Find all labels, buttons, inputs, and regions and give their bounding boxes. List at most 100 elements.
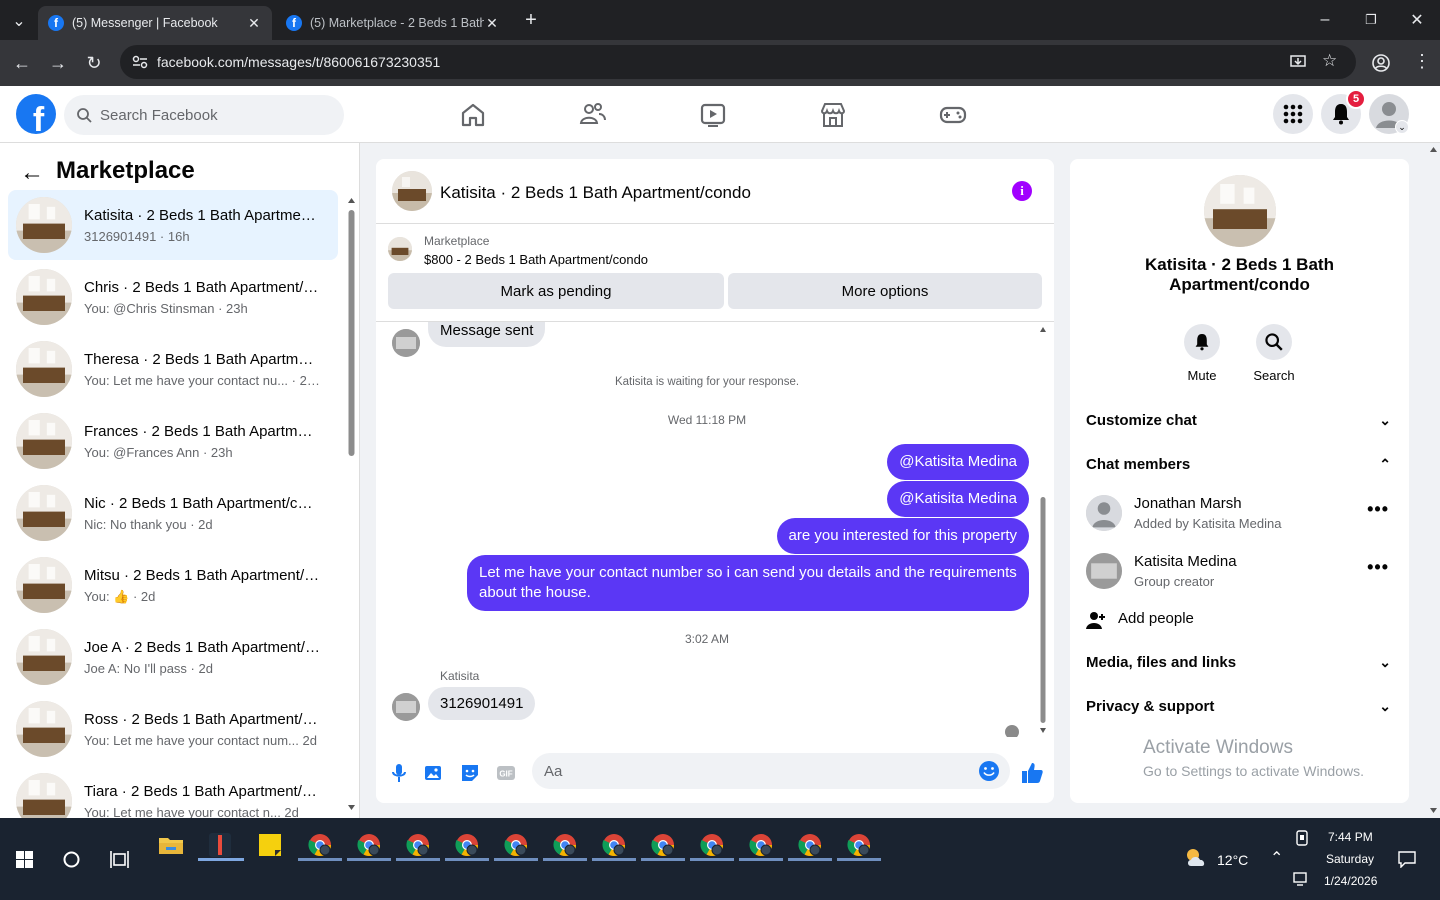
restore-icon[interactable]: ❐ (1360, 9, 1382, 31)
back-icon[interactable]: ← (11, 52, 33, 74)
message-thread-scrollbar[interactable] (1036, 322, 1050, 737)
mute-button[interactable]: Mute (1172, 324, 1232, 383)
conversation-item[interactable]: Frances · 2 Beds 1 Bath Apartment/condo Y… (8, 406, 338, 476)
facebook-search-box[interactable] (64, 95, 344, 135)
conversation-item[interactable]: Tiara · 2 Beds 1 Bath Apartment/condo You… (8, 766, 338, 818)
sticky-notes-icon[interactable] (255, 830, 285, 860)
url-omnibox[interactable]: facebook.com/messages/t/860061673230351 … (120, 45, 1356, 79)
info-icon[interactable]: i (1012, 181, 1032, 201)
chrome-icon[interactable] (550, 830, 580, 860)
chat-members-row[interactable]: Chat members ⌃ (1086, 456, 1393, 480)
chrome-icon[interactable] (844, 830, 874, 860)
profile-icon[interactable] (1372, 54, 1390, 72)
microphone-icon[interactable] (388, 762, 410, 784)
bookmark-star-icon[interactable]: ☆ (1322, 51, 1337, 71)
browser-menu-icon[interactable]: ⋮ (1413, 51, 1431, 72)
facebook-logo-icon[interactable]: f (16, 94, 56, 134)
chrome-icon[interactable] (795, 830, 825, 860)
gaming-icon[interactable] (938, 100, 968, 130)
chat-title[interactable]: Katisita · 2 Beds 1 Bath Apartment/condo (440, 183, 751, 203)
customize-chat-row[interactable]: Customize chat ⌄ (1086, 412, 1393, 436)
conversation-list-scrollbar[interactable] (347, 196, 356, 816)
search-conversation-button[interactable]: Search (1244, 324, 1304, 383)
conversation-item[interactable]: Nic · 2 Beds 1 Bath Apartment/condo Nic: … (8, 478, 338, 548)
photo-icon[interactable] (423, 762, 445, 784)
page-scrollbar[interactable] (1427, 143, 1440, 818)
customize-chat-label: Customize chat (1086, 412, 1197, 429)
tray-device-icon[interactable] (1295, 830, 1309, 846)
message-bubble-out[interactable]: @Katisita Medina (887, 481, 1029, 517)
conversation-item[interactable]: Katisita · 2 Beds 1 Bath Apartment/condo… (8, 190, 338, 260)
message-input-box[interactable] (532, 753, 1010, 789)
sticker-icon[interactable] (459, 762, 481, 784)
new-tab-icon[interactable]: + (520, 9, 542, 31)
video-icon[interactable] (698, 100, 728, 130)
privacy-support-row[interactable]: Privacy & support ⌄ (1086, 698, 1393, 722)
chrome-icon[interactable] (648, 830, 678, 860)
windows-start-icon[interactable] (16, 851, 33, 868)
chrome-icon[interactable] (452, 830, 482, 860)
reload-icon[interactable]: ↻ (83, 52, 105, 74)
tab-messenger[interactable]: f (5) Messenger | Facebook ✕ (38, 6, 272, 40)
conversation-item[interactable]: Joe A · 2 Beds 1 Bath Apartment/condo Joe… (8, 622, 338, 692)
chrome-icon[interactable] (501, 830, 531, 860)
chrome-icon[interactable] (354, 830, 384, 860)
task-view-icon[interactable] (110, 851, 129, 868)
home-icon[interactable] (458, 100, 488, 130)
chrome-icon[interactable] (305, 830, 335, 860)
message-bubble-out[interactable]: are you interested for this property (776, 518, 1029, 554)
tray-expand-icon[interactable]: ⌃ (1270, 848, 1283, 868)
search-circle-icon[interactable] (63, 851, 80, 868)
message-bubble-out[interactable]: @Katisita Medina (887, 444, 1029, 480)
member-row[interactable]: Jonathan Marsh Added by Katisita Medina … (1086, 495, 1393, 543)
app-icon[interactable] (205, 830, 235, 860)
message-bubble-out[interactable]: Let me have your contact number so i can… (467, 555, 1029, 611)
weather-temperature[interactable]: 12°C (1217, 852, 1248, 868)
network-icon[interactable] (1293, 872, 1311, 886)
clock-time[interactable]: 7:44 PM (1328, 830, 1373, 844)
chrome-icon[interactable] (746, 830, 776, 860)
file-explorer-icon[interactable] (156, 830, 186, 860)
conversation-item[interactable]: Chris · 2 Beds 1 Bath Apartment/condo You… (8, 262, 338, 332)
search-input[interactable] (100, 95, 330, 135)
menu-grid-button[interactable] (1273, 94, 1313, 134)
close-tab-icon[interactable]: ✕ (246, 15, 262, 32)
message-input[interactable] (544, 753, 964, 789)
media-files-row[interactable]: Media, files and links ⌄ (1086, 654, 1393, 678)
gif-icon[interactable]: GIF (495, 762, 517, 784)
account-button[interactable]: ⌄ (1369, 94, 1409, 134)
chrome-icon[interactable] (599, 830, 629, 860)
emoji-icon[interactable] (978, 760, 1000, 782)
member-row[interactable]: Katisita Medina Group creator ••• (1086, 553, 1393, 601)
chrome-icon[interactable] (697, 830, 727, 860)
forward-icon[interactable]: → (47, 52, 69, 74)
conversation-item[interactable]: Ross · 2 Beds 1 Bath Apartment/condo You:… (8, 694, 338, 764)
thumbs-up-icon[interactable] (1020, 761, 1044, 785)
chrome-icon[interactable] (403, 830, 433, 860)
listing-thumbnail[interactable] (388, 237, 412, 261)
install-app-icon[interactable] (1290, 54, 1306, 70)
mark-as-pending-button[interactable]: Mark as pending (388, 273, 724, 309)
more-options-button[interactable]: More options (728, 273, 1042, 309)
close-window-icon[interactable]: ✕ (1406, 9, 1428, 31)
back-arrow-icon[interactable]: ← (20, 159, 44, 187)
close-tab-icon[interactable]: ✕ (484, 15, 500, 32)
clock-day[interactable]: Saturday (1326, 852, 1374, 866)
more-options-icon[interactable]: ••• (1367, 557, 1389, 578)
avatar[interactable] (1204, 175, 1276, 247)
minimize-icon[interactable]: – (1314, 9, 1336, 31)
site-info-icon[interactable] (132, 55, 148, 69)
action-center-icon[interactable] (1398, 850, 1416, 868)
listing-title[interactable]: $800 - 2 Beds 1 Bath Apartment/condo (424, 252, 648, 267)
conversation-item[interactable]: Theresa · 2 Beds 1 Bath Apartment/condo Y… (8, 334, 338, 404)
tab-search-chevron-icon[interactable]: ⌄ (8, 10, 30, 32)
conversation-item[interactable]: Mitsu · 2 Beds 1 Bath Apartment/condo You… (8, 550, 338, 620)
marketplace-icon[interactable] (818, 100, 848, 130)
friends-icon[interactable] (578, 100, 608, 130)
weather-icon[interactable] (1183, 846, 1209, 868)
clock-date[interactable]: 1/24/2026 (1324, 874, 1377, 888)
more-options-icon[interactable]: ••• (1367, 499, 1389, 520)
tab-marketplace[interactable]: f (5) Marketplace - 2 Beds 1 Bath ✕ (276, 6, 510, 40)
add-people-row[interactable]: Add people (1086, 610, 1393, 634)
avatar[interactable] (392, 171, 432, 211)
